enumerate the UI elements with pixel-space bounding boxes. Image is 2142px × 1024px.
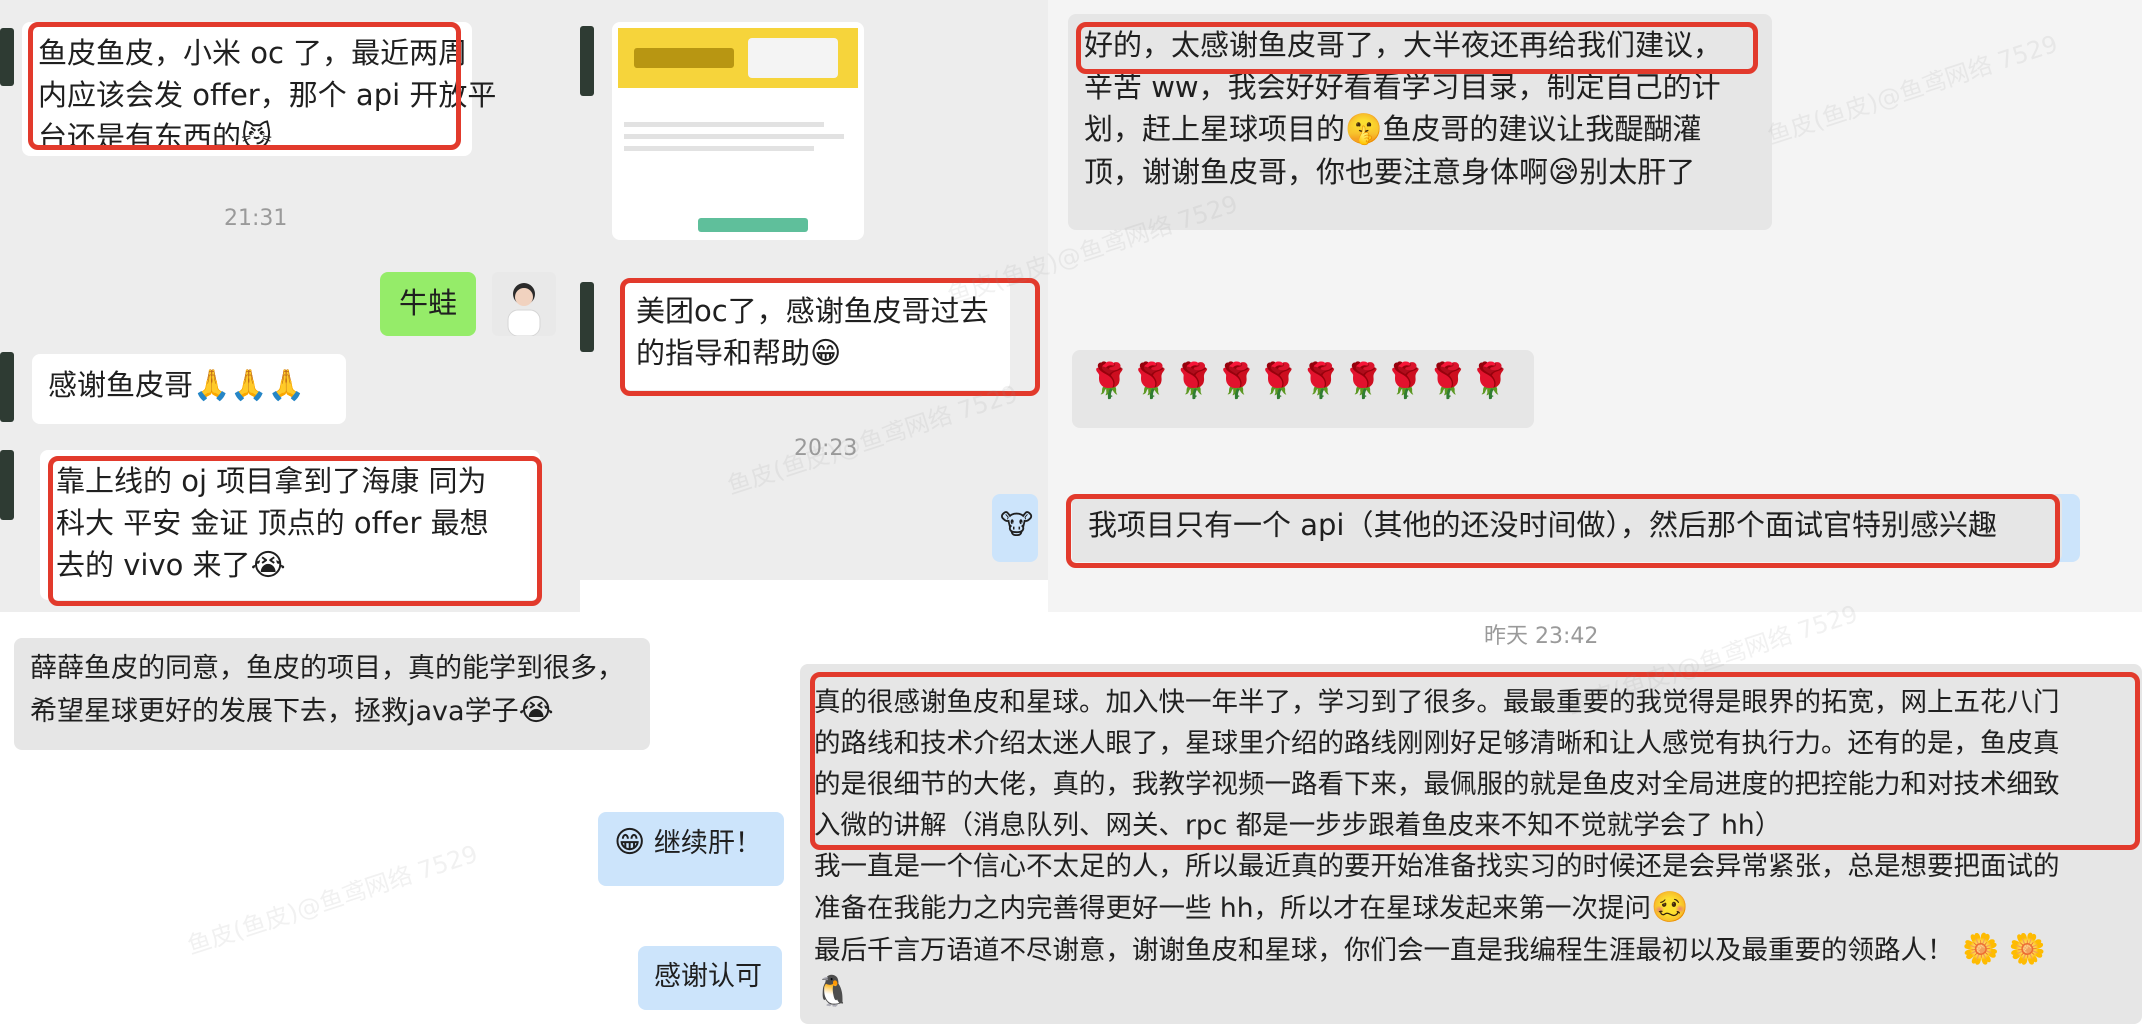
highlight-box (48, 456, 542, 606)
cow-emoji-icon: 🐮 (1000, 508, 1034, 541)
person-avatar-icon (507, 283, 541, 337)
message-text: 我一直是一个信心不太足的人，所以最近真的要开始准备找实习的时候还是会异常紧张，总… (814, 851, 2060, 882)
blossom-emoji: 🌼 🌼 (1961, 932, 2047, 967)
chat-panel-4: 薛薛鱼皮的同意，鱼皮的项目，真的能学到很多， 希望星球更好的发展下去，拯救jav… (0, 624, 662, 758)
message-thanks[interactable]: 感谢鱼皮哥🙏🙏🙏 (32, 354, 346, 424)
penguin-icon: 🐧 (814, 974, 852, 1009)
highlight-box (810, 672, 2140, 850)
message-keep-going[interactable]: 😁 继续肝！ (598, 812, 784, 886)
message-text: 薛薛鱼皮的同意，鱼皮的项目，真的能学到很多， (30, 653, 624, 684)
message-text: 感谢鱼皮哥 (48, 368, 194, 402)
crying-face-emoji: 😭 (518, 693, 554, 728)
message-roses[interactable]: 🌹🌹🌹🌹🌹🌹🌹🌹🌹🌹 (1072, 350, 1534, 428)
woozy-face-emoji: 🥴 (1651, 890, 1689, 925)
avatar[interactable] (580, 26, 594, 96)
highlight-box (1066, 494, 2060, 568)
avatar[interactable] (0, 352, 14, 422)
timestamp: 昨天 23:42 (1484, 624, 1599, 649)
message-text: 划，赶上星球项目的 (1084, 112, 1346, 146)
message-xuexue[interactable]: 薛薛鱼皮的同意，鱼皮的项目，真的能学到很多， 希望星球更好的发展下去，拯救jav… (14, 638, 650, 750)
avatar[interactable] (0, 28, 14, 86)
message-niuwa[interactable]: 牛蛙 (380, 272, 476, 336)
message-text: 别太肝了 (1579, 155, 1696, 189)
chat-panel-3: 好的，太感谢鱼皮哥了，大半夜还再给我们建议， 辛苦 ww，我会好好看看学习目录，… (1048, 0, 2142, 612)
message-text: 希望星球更好的发展下去，拯救java学子 (30, 696, 519, 727)
cow-sticker-left[interactable]: 🐮 (992, 494, 1038, 562)
sleepy-face-emoji: 😪 (1548, 155, 1580, 190)
card-banner-image (618, 28, 858, 88)
message-text: 顶，谢谢鱼皮哥，你也要注意身体啊 (1084, 155, 1549, 189)
avatar[interactable] (0, 450, 14, 520)
message-text: 继续肝！ (653, 828, 762, 859)
praying-hands-emoji: 🙏🙏🙏 (193, 368, 306, 403)
shushing-face-emoji: 🤫 (1345, 112, 1383, 147)
timestamp: 21:31 (224, 206, 288, 231)
message-text: 牛蛙 (398, 286, 457, 320)
shared-card-thumbnail[interactable] (612, 22, 864, 240)
chat-panel-5: 😁 继续肝！ 感谢认可 (580, 780, 800, 1024)
grinning-face-emoji: 😁 (614, 825, 646, 860)
message-text: 鱼皮哥的建议让我醍醐灌 (1382, 112, 1702, 146)
card-action-button[interactable] (698, 218, 808, 232)
rose-emoji: 🌹🌹🌹🌹🌹🌹🌹🌹🌹🌹 (1088, 361, 1512, 401)
highlight-box (1076, 22, 1758, 74)
chat-panel-1: 鱼皮鱼皮，小米 oc 了，最近两周 内应该会发 offer，那个 api 开放平… (0, 0, 580, 612)
avatar[interactable] (580, 282, 594, 352)
chat-panel-6: 真的很感谢鱼皮和星球。加入快一年半了，学习到了很多。最最重要的我觉得是眼界的拓宽… (800, 664, 2142, 1024)
highlight-box (28, 22, 461, 150)
message-text: 准备在我能力之内完善得更好一些 hh，所以才在星球发起来第一次提问 (814, 893, 1652, 924)
user-avatar[interactable] (492, 272, 556, 337)
message-thanks-ack[interactable]: 感谢认可 (638, 946, 782, 1010)
watermark: 鱼皮(鱼皮)@鱼鸢网络 7529 (183, 839, 482, 961)
message-text: 感谢认可 (654, 961, 762, 992)
message-text: 最后千言万语道不尽谢意，谢谢鱼皮和星球，你们会一直是我编程生涯最初以及最重要的领… (814, 935, 1954, 966)
